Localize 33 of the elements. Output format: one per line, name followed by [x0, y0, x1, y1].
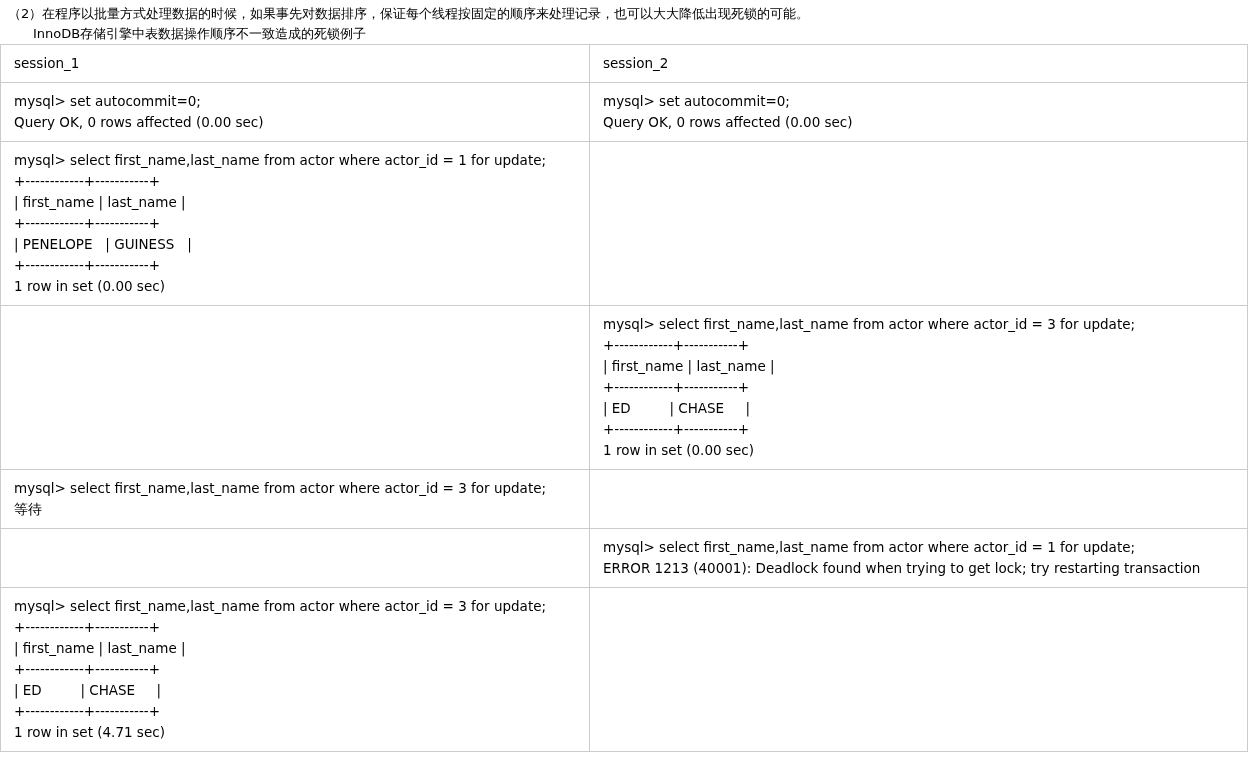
code-line: | ED | CHASE |	[603, 399, 751, 419]
code-line: +------------+-----------+	[603, 378, 749, 397]
code-line: +------------+-----------+	[14, 172, 160, 191]
intro-text: （2）在程序以批量方式处理数据的时候，如果事先对数据排序，保证每个线程按固定的顺序来处理记录，也可以大大降低出现死锁的可能。	[8, 5, 810, 23]
header-text: session_1	[14, 54, 80, 73]
code-line: 1 row in set (4.71 sec)	[14, 723, 165, 742]
code-line: | first_name | last_name |	[14, 639, 186, 659]
code-line: | PENELOPE | GUINESS |	[14, 235, 192, 255]
code-line: 1 row in set (0.00 sec)	[14, 277, 165, 296]
code-line: +------------+-----------+	[14, 618, 160, 637]
header-text: session_2	[603, 54, 669, 73]
code-line: mysql> select first_name,last_name from actor where actor_id = 3 for update;	[14, 597, 547, 616]
code-line: | ED | CHASE |	[14, 681, 162, 701]
code-line: +------------+-----------+	[14, 702, 160, 721]
code-line: Query OK, 0 rows affected (0.00 sec)	[603, 113, 853, 132]
code-line: | first_name | last_name |	[14, 193, 186, 213]
code-line: +------------+-----------+	[14, 660, 160, 679]
code-line: ERROR 1213 (40001): Deadlock found when trying to get lock; try restarting transaction	[603, 559, 1201, 578]
code-line: 等待	[14, 500, 42, 519]
code-line: mysql> set autocommit=0;	[603, 92, 790, 111]
code-line: +------------+-----------+	[603, 420, 749, 439]
code-line: mysql> set autocommit=0;	[14, 92, 201, 111]
code-line: mysql> select first_name,last_name from actor where actor_id = 1 for update;	[603, 538, 1136, 557]
code-line: Query OK, 0 rows affected (0.00 sec)	[14, 113, 264, 132]
code-line: 1 row in set (0.00 sec)	[603, 441, 754, 460]
code-line: | first_name | last_name |	[603, 357, 775, 377]
code-line: mysql> select first_name,last_name from actor where actor_id = 3 for update;	[603, 315, 1136, 334]
code-line: +------------+-----------+	[603, 336, 749, 355]
code-line: mysql> select first_name,last_name from actor where actor_id = 1 for update;	[14, 151, 547, 170]
intro-text: InnoDB存储引擎中表数据操作顺序不一致造成的死锁例子	[32, 25, 367, 43]
code-line: +------------+-----------+	[14, 256, 160, 275]
code-line: +------------+-----------+	[14, 214, 160, 233]
code-line: mysql> select first_name,last_name from actor where actor_id = 3 for update;	[14, 479, 547, 498]
